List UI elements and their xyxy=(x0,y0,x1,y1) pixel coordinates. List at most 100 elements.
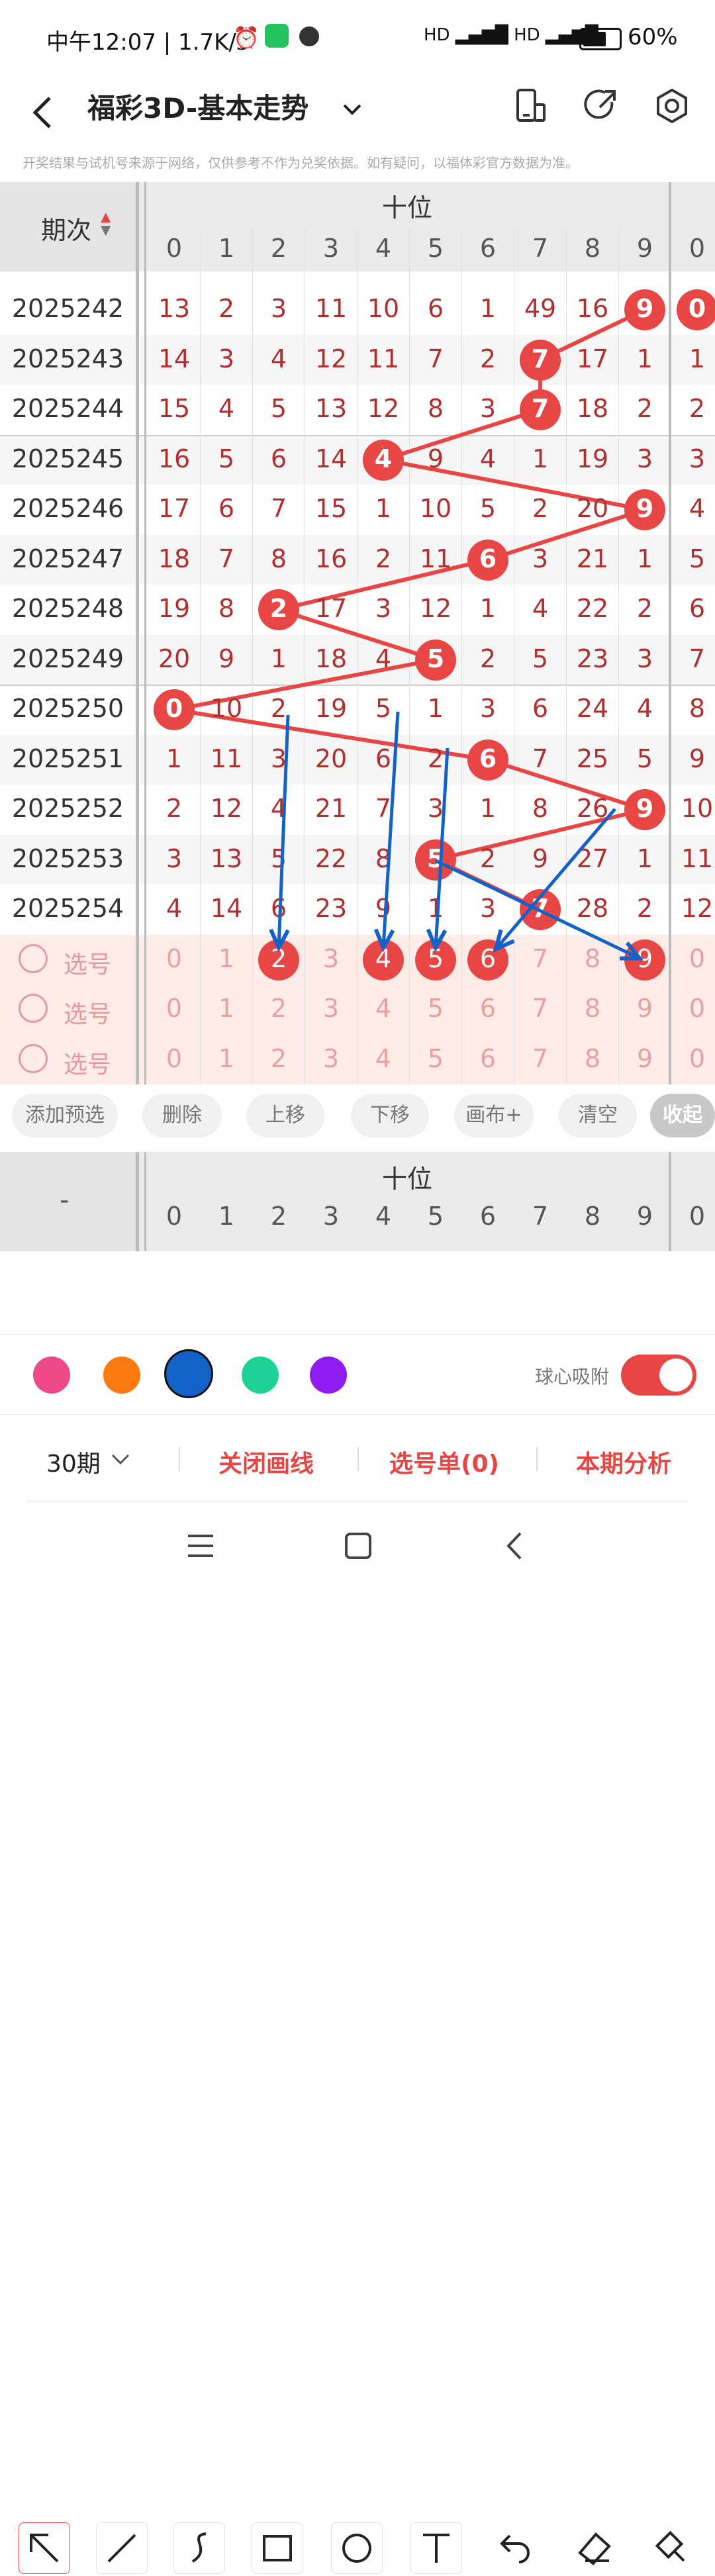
delete-button[interactable]: 删除 xyxy=(142,1094,222,1137)
curve-icon xyxy=(191,2532,207,2563)
pick-cell[interactable]: 1 xyxy=(201,994,252,1023)
pick-cell[interactable]: 0 xyxy=(672,994,715,1023)
pick-cell[interactable]: 6 xyxy=(463,994,513,1023)
rect-tool-button[interactable] xyxy=(252,2522,303,2574)
pick-cell[interactable]: 6 xyxy=(463,944,513,973)
pick-cell[interactable]: 2 xyxy=(254,994,304,1023)
table-cell: 3 xyxy=(636,644,653,673)
digit-header: 0 xyxy=(689,234,706,263)
pick-cell[interactable]: 4 xyxy=(358,994,408,1023)
pick-cell[interactable]: 8 xyxy=(567,1044,618,1073)
undo-icon[interactable] xyxy=(490,2522,540,2573)
pick-cell[interactable]: 5 xyxy=(410,994,461,1023)
snap-toggle[interactable] xyxy=(621,1355,696,1396)
share-icon[interactable] xyxy=(581,86,621,126)
table-cell: 4 xyxy=(375,644,392,673)
pick-cell[interactable]: 7 xyxy=(515,944,565,973)
canvas-add-button[interactable]: 画布+ xyxy=(454,1094,534,1137)
table-cell: 7 xyxy=(532,743,549,773)
table-cell: 4 xyxy=(218,394,235,423)
table-cell: 3 xyxy=(375,594,392,623)
pick-cell[interactable]: 1 xyxy=(201,944,252,973)
circle-tool-button[interactable] xyxy=(331,2522,383,2574)
pick-cell[interactable]: 0 xyxy=(672,1044,715,1073)
pick-cell[interactable]: 3 xyxy=(306,944,356,973)
pick-cell[interactable]: 4 xyxy=(358,1044,408,1073)
pick-cell[interactable]: 2 xyxy=(254,944,304,973)
pick-cell[interactable]: 9 xyxy=(620,1044,670,1073)
circle-icon xyxy=(342,2534,371,2563)
settings-icon[interactable] xyxy=(652,86,692,126)
pick-radio[interactable] xyxy=(19,943,48,973)
table-cell: 7 xyxy=(218,544,235,573)
table-cell: 13 xyxy=(314,394,348,423)
table-cell: 1 xyxy=(532,444,549,473)
color-swatch-purple[interactable] xyxy=(310,1357,347,1394)
chevron-down-icon[interactable] xyxy=(339,96,365,122)
text-icon xyxy=(423,2534,450,2563)
line-tool-button[interactable] xyxy=(96,2522,148,2574)
pick-cell[interactable]: 7 xyxy=(515,1044,565,1073)
table-cell: 2 xyxy=(269,594,288,623)
table-cell: 19 xyxy=(314,694,348,723)
color-swatch-blue[interactable] xyxy=(164,1349,213,1398)
pick-cell[interactable]: 0 xyxy=(149,1044,199,1073)
pick-cell[interactable]: 8 xyxy=(567,994,618,1023)
table-cell: 8 xyxy=(270,544,287,573)
curve-tool-button[interactable] xyxy=(173,2522,225,2574)
period-label: 2025252 xyxy=(11,794,124,823)
table-cell: 28 xyxy=(576,894,609,923)
period-analysis-button[interactable]: 本期分析 xyxy=(576,1445,671,1479)
table-cell: 27 xyxy=(576,843,609,873)
pick-cell[interactable]: 1 xyxy=(201,1044,252,1073)
home-icon[interactable] xyxy=(343,1531,373,1561)
lower-digit-header: 7 xyxy=(532,1202,549,1231)
pick-cell[interactable]: 8 xyxy=(567,944,618,973)
collapse-button[interactable]: 收起 xyxy=(650,1094,715,1137)
pick-cell[interactable]: 3 xyxy=(306,1044,356,1073)
add-preselect-button[interactable]: 添加预选 xyxy=(12,1094,118,1137)
sort-icon[interactable]: ▲ xyxy=(101,210,111,223)
pick-cell[interactable]: 4 xyxy=(358,944,408,973)
color-swatch-orange[interactable] xyxy=(103,1357,140,1394)
pick-cell[interactable]: 0 xyxy=(672,944,715,973)
pick-cell[interactable]: 2 xyxy=(254,1044,304,1073)
text-tool-button[interactable] xyxy=(410,2522,462,2574)
lower-digit-header: 1 xyxy=(218,1202,235,1231)
close-lines-button[interactable]: 关闭画线 xyxy=(218,1445,314,1479)
pick-cell[interactable]: 3 xyxy=(306,994,356,1023)
pick-cell[interactable]: 6 xyxy=(463,1044,513,1073)
table-cell: 49 xyxy=(524,294,557,323)
clear-brush-icon[interactable] xyxy=(645,2522,696,2573)
pick-cell[interactable]: 0 xyxy=(149,994,199,1023)
title-bar: 福彩3D-基本走势 xyxy=(0,73,715,152)
table-cell: 5 xyxy=(636,743,653,773)
pick-cell[interactable]: 7 xyxy=(515,994,565,1023)
page-title[interactable]: 福彩3D-基本走势 xyxy=(87,86,309,126)
clear-button[interactable]: 清空 xyxy=(559,1094,637,1137)
table-cell: 5 xyxy=(375,694,392,723)
eraser-icon[interactable] xyxy=(569,2522,620,2573)
color-swatch-green[interactable] xyxy=(242,1357,279,1394)
pick-cell[interactable]: 9 xyxy=(620,994,670,1023)
period-select[interactable]: 30期 xyxy=(46,1445,101,1479)
back-icon[interactable] xyxy=(30,93,56,132)
color-swatch-pink[interactable] xyxy=(33,1357,70,1394)
select-tool-button[interactable] xyxy=(19,2522,70,2574)
back-nav-icon[interactable] xyxy=(501,1531,531,1561)
pick-cell[interactable]: 9 xyxy=(620,944,670,973)
table-cell: 12 xyxy=(681,894,714,923)
pick-list-button[interactable]: 选号单(0) xyxy=(389,1445,499,1479)
pick-cell[interactable]: 5 xyxy=(410,1044,461,1073)
period-label: 2025248 xyxy=(11,594,124,623)
move-up-button[interactable]: 上移 xyxy=(246,1094,324,1137)
device-switch-icon[interactable] xyxy=(511,86,548,126)
pick-radio[interactable] xyxy=(19,994,48,1023)
line-icon xyxy=(107,2534,136,2563)
pick-cell[interactable]: 5 xyxy=(410,944,461,973)
pick-cell[interactable]: 0 xyxy=(149,944,199,973)
menu-icon[interactable] xyxy=(185,1531,216,1561)
status-time: 中午12:07 | 1.7K/s xyxy=(46,29,248,56)
move-down-button[interactable]: 下移 xyxy=(351,1094,429,1137)
pick-radio[interactable] xyxy=(19,1043,48,1073)
